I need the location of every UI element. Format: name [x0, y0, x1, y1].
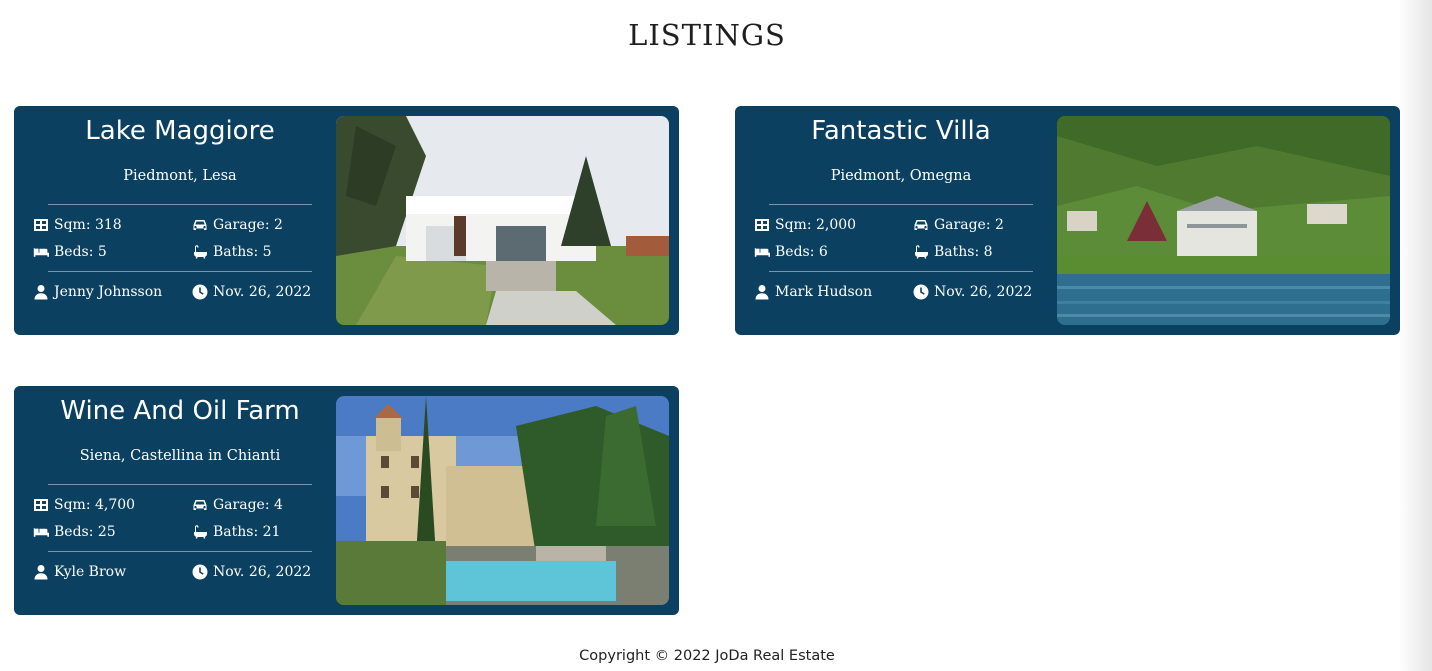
- date-feature: Nov. 26, 2022: [913, 284, 1032, 300]
- listing-location: Siena, Castellina in Chianti: [79, 448, 281, 464]
- page-title: LISTINGS: [628, 18, 786, 52]
- agent-feature: Jenny Johnsson: [33, 284, 162, 300]
- user-icon: [34, 285, 48, 300]
- agent-name: Jenny Johnsson: [54, 284, 163, 300]
- page-edge-shadow: [1398, 0, 1432, 671]
- clock-icon: [192, 284, 208, 300]
- car-icon: [193, 500, 207, 510]
- divider: [48, 204, 312, 205]
- date-feature: Nov. 26, 2022: [192, 284, 311, 300]
- divider: [769, 204, 1033, 205]
- baths-value: Baths: 21: [213, 524, 281, 540]
- garage-feature: Garage: 2: [192, 217, 283, 233]
- sqm-feature: Sqm: 4,700: [33, 497, 135, 513]
- garage-value: Garage: 2: [213, 217, 283, 233]
- baths-feature: Baths: 8: [913, 244, 993, 260]
- garage-feature: Garage: 2: [913, 217, 1004, 233]
- footer-copyright: Copyright © 2022 JoDa Real Estate: [579, 648, 835, 664]
- bath-icon: [194, 525, 207, 539]
- listing-info: Wine And Oil Farm Siena, Castellina in C…: [14, 386, 346, 615]
- car-icon: [914, 220, 928, 230]
- divider: [48, 271, 312, 272]
- baths-feature: Baths: 5: [192, 244, 272, 260]
- divider: [769, 271, 1033, 272]
- listing-card[interactable]: Lake Maggiore Piedmont, Lesa Sqm: 318 Ga…: [14, 106, 679, 335]
- beds-value: Beds: 6: [775, 244, 828, 260]
- agent-feature: Mark Hudson: [754, 284, 872, 300]
- baths-feature: Baths: 21: [192, 524, 280, 540]
- listing-date: Nov. 26, 2022: [934, 284, 1033, 300]
- listing-title[interactable]: Fantastic Villa: [735, 116, 1067, 146]
- listing-photo[interactable]: [336, 396, 669, 605]
- table-grid-icon: [755, 219, 769, 231]
- table-grid-icon: [34, 499, 48, 511]
- car-icon: [193, 220, 207, 230]
- bed-icon: [33, 248, 49, 257]
- listing-date: Nov. 26, 2022: [213, 564, 312, 580]
- agent-feature: Kyle Brow: [33, 564, 126, 580]
- listing-info: Fantastic Villa Piedmont, Omegna Sqm: 2,…: [735, 106, 1067, 335]
- listing-location: Piedmont, Lesa: [123, 168, 237, 184]
- clock-icon: [913, 284, 929, 300]
- beds-value: Beds: 25: [54, 524, 116, 540]
- sqm-value: Sqm: 318: [54, 217, 122, 233]
- listing-date: Nov. 26, 2022: [213, 284, 312, 300]
- beds-feature: Beds: 6: [754, 244, 828, 260]
- garage-value: Garage: 2: [934, 217, 1004, 233]
- sqm-value: Sqm: 4,700: [54, 497, 136, 513]
- table-grid-icon: [34, 219, 48, 231]
- sqm-feature: Sqm: 318: [33, 217, 122, 233]
- bed-icon: [754, 248, 770, 257]
- user-icon: [755, 285, 769, 300]
- date-feature: Nov. 26, 2022: [192, 564, 311, 580]
- baths-value: Baths: 5: [213, 244, 272, 260]
- listing-photo[interactable]: [1057, 116, 1390, 325]
- bed-icon: [33, 528, 49, 537]
- listing-title[interactable]: Wine And Oil Farm: [14, 396, 346, 426]
- listing-card[interactable]: Fantastic Villa Piedmont, Omegna Sqm: 2,…: [735, 106, 1400, 335]
- beds-value: Beds: 5: [54, 244, 107, 260]
- listing-card[interactable]: Wine And Oil Farm Siena, Castellina in C…: [14, 386, 679, 615]
- divider: [48, 551, 312, 552]
- baths-value: Baths: 8: [934, 244, 993, 260]
- bath-icon: [194, 245, 207, 259]
- agent-name: Kyle Brow: [54, 564, 127, 580]
- divider: [48, 484, 312, 485]
- clock-icon: [192, 564, 208, 580]
- agent-name: Mark Hudson: [775, 284, 873, 300]
- listing-info: Lake Maggiore Piedmont, Lesa Sqm: 318 Ga…: [14, 106, 346, 335]
- garage-feature: Garage: 4: [192, 497, 283, 513]
- bath-icon: [915, 245, 928, 259]
- listing-title[interactable]: Lake Maggiore: [14, 116, 346, 146]
- listing-location: Piedmont, Omegna: [830, 168, 972, 184]
- sqm-value: Sqm: 2,000: [775, 217, 857, 233]
- beds-feature: Beds: 5: [33, 244, 107, 260]
- beds-feature: Beds: 25: [33, 524, 116, 540]
- sqm-feature: Sqm: 2,000: [754, 217, 856, 233]
- user-icon: [34, 565, 48, 580]
- garage-value: Garage: 4: [213, 497, 283, 513]
- listing-photo[interactable]: [336, 116, 669, 325]
